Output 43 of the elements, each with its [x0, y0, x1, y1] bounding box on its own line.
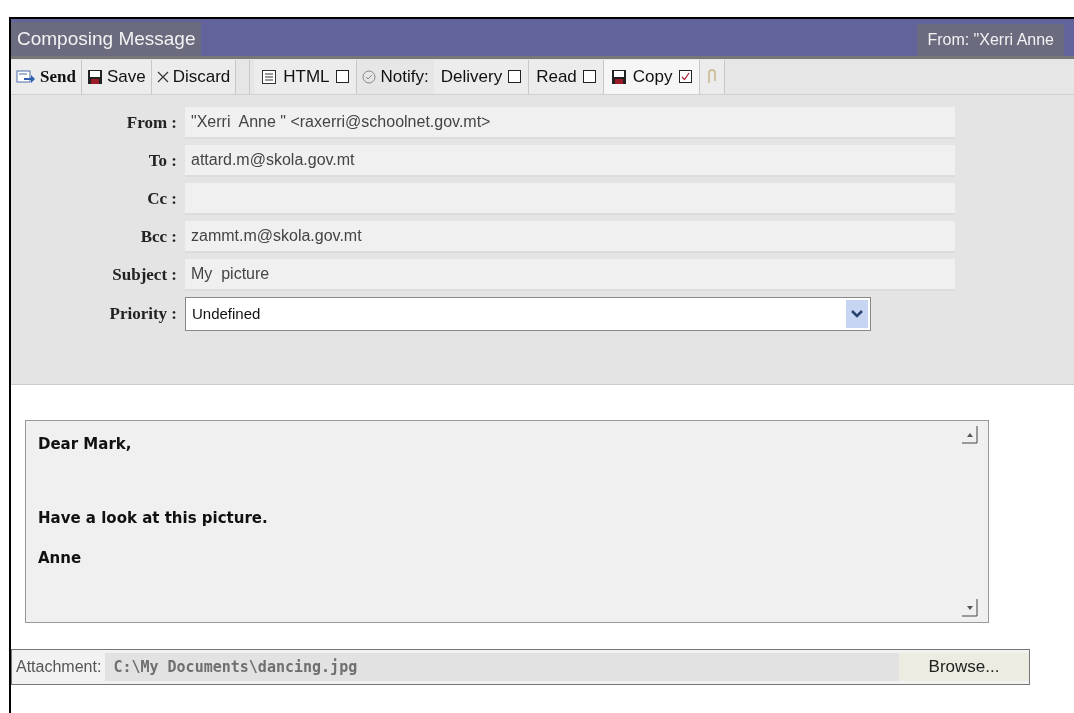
input-field[interactable]: My picture [185, 259, 955, 291]
input-field[interactable]: zammt.m@skola.gov.mt [185, 221, 955, 253]
toggle-label: HTML [283, 65, 330, 88]
field-label: To : [147, 150, 177, 173]
toolbar-toggle[interactable]: Copy [603, 59, 700, 94]
toolbar-toggle[interactable]: Read [529, 59, 604, 94]
toolbar-button[interactable]: Save [81, 59, 152, 94]
close-icon [156, 70, 169, 83]
input-field[interactable]: "Xerri Anne " <raxerri@schoolnet.gov.mt> [185, 107, 955, 139]
checkbox[interactable] [678, 70, 692, 83]
checkmark-circle-icon [361, 69, 376, 84]
toolbar-toggle[interactable]: Delivery [433, 59, 530, 94]
toolbar-button[interactable]: Discard [151, 59, 237, 94]
window-title: Composing Message [11, 22, 202, 56]
notify-label: Notify: [380, 65, 429, 88]
toolbar-button[interactable]: Send [11, 59, 82, 94]
field-label: Subject : [111, 264, 177, 287]
from-summary: From: "Xerri Anne [917, 24, 1064, 56]
field-label: Bcc : [139, 226, 177, 249]
body-line: Have a look at this picture. [38, 508, 269, 529]
priority-dropdown[interactable]: Undefined [185, 297, 871, 331]
input-field[interactable]: attard.m@skola.gov.mt [185, 145, 955, 177]
attachment-label: Attachment: [15, 657, 103, 677]
scroll-down-icon[interactable] [962, 599, 978, 617]
field-label: From : [125, 112, 177, 135]
file-path-field[interactable]: C:\My Documents\dancing.jpg [105, 653, 899, 681]
toggle-label: Copy [632, 65, 673, 88]
document-lines-icon [261, 68, 278, 85]
send-icon [16, 68, 36, 85]
scroll-up-icon[interactable] [962, 426, 978, 444]
field-label: Cc : [146, 188, 177, 211]
browse-button[interactable]: Browse... [899, 653, 1029, 681]
field-label: Priority : [108, 303, 177, 326]
checkbox[interactable] [582, 70, 596, 83]
toggle-label: Read [536, 65, 577, 88]
checkbox[interactable] [508, 70, 522, 83]
message-body[interactable]: Dear Mark, Have a look at this picture. Anne [25, 420, 989, 623]
body-line: Dear Mark, [38, 434, 133, 455]
toggle-label: Delivery [440, 65, 503, 88]
body-line: Anne [38, 548, 83, 569]
checkbox[interactable] [335, 70, 349, 83]
toolbar-toggle[interactable]: HTML [254, 59, 357, 94]
chevron-down-icon [846, 300, 868, 328]
